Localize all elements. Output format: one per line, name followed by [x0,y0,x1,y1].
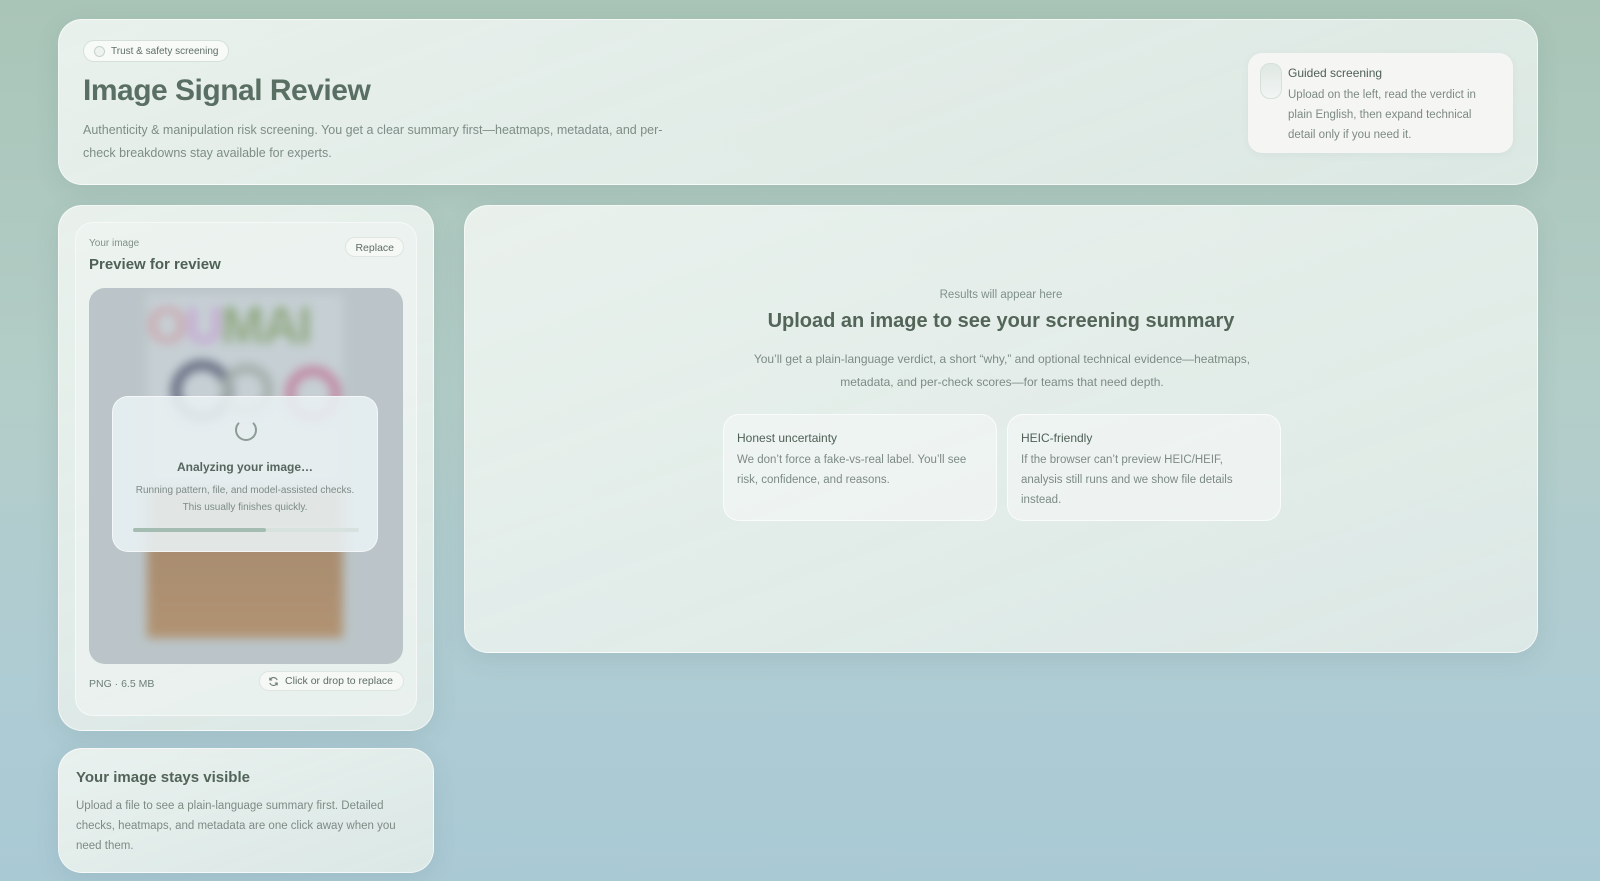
results-title: Upload an image to see your screening su… [767,310,1235,332]
preview-eyebrow: Your image [89,238,140,249]
preview-panel: Your image Preview for review Replace OU… [75,222,417,716]
preview-title: Preview for review [89,256,221,273]
upload-card: Your image Preview for review Replace OU… [58,205,434,731]
feature-card-honest-uncertainty: Honest uncertainty We don’t force a fake… [723,414,997,521]
spinner-icon [235,419,257,441]
badge-label: Trust & safety screening [111,45,219,57]
page-title: Image Signal Review [83,74,371,107]
drop-replace-label: Click or drop to replace [285,675,393,687]
drop-replace-button[interactable]: Click or drop to replace [259,671,404,691]
image-preview[interactable]: OUMAI Analyzing your image… Running patt… [89,288,403,664]
visibility-title: Your image stays visible [76,769,250,786]
guide-text: Upload on the left, read the verdict in … [1288,89,1476,141]
guide-title: Guided screening [1288,66,1383,80]
feature-title: Honest uncertainty [737,431,838,445]
page-subtitle: Authenticity & manipulation risk screeni… [83,123,663,160]
trust-safety-badge: Trust & safety screening [83,40,230,62]
loading-title: Analyzing your image… [176,460,314,474]
guide-icon [1260,63,1282,99]
replace-button[interactable]: Replace [345,237,404,257]
visibility-text: Upload a file to see a plain-language su… [76,800,396,852]
results-panel: Results will appear here Upload an image… [464,205,1538,653]
analysis-loading-overlay: Analyzing your image… Running pattern, f… [112,396,378,552]
refresh-icon [269,676,278,686]
results-text: You’ll get a plain-language verdict, a s… [753,352,1251,389]
visibility-info-card: Your image stays visible Upload a file t… [58,748,434,873]
progress-fill [133,528,267,532]
feature-card-heic-friendly: HEIC-friendly If the browser can’t previ… [1007,414,1281,521]
progress-bar [133,528,359,532]
file-meta: PNG · 6.5 MB [89,678,155,690]
loading-text: Running pattern, file, and model-assiste… [135,485,355,513]
header-card: Trust & safety screening Image Signal Re… [58,19,1538,185]
feature-text: If the browser can’t preview HEIC/HEIF, … [1021,454,1233,506]
feature-title: HEIC-friendly [1021,431,1093,445]
results-eyebrow: Results will appear here [939,289,1063,301]
feature-text: We don’t force a fake-vs-real label. You… [737,454,967,486]
shield-icon [94,45,105,57]
guided-screening-panel: Guided screening Upload on the left, rea… [1248,53,1513,153]
